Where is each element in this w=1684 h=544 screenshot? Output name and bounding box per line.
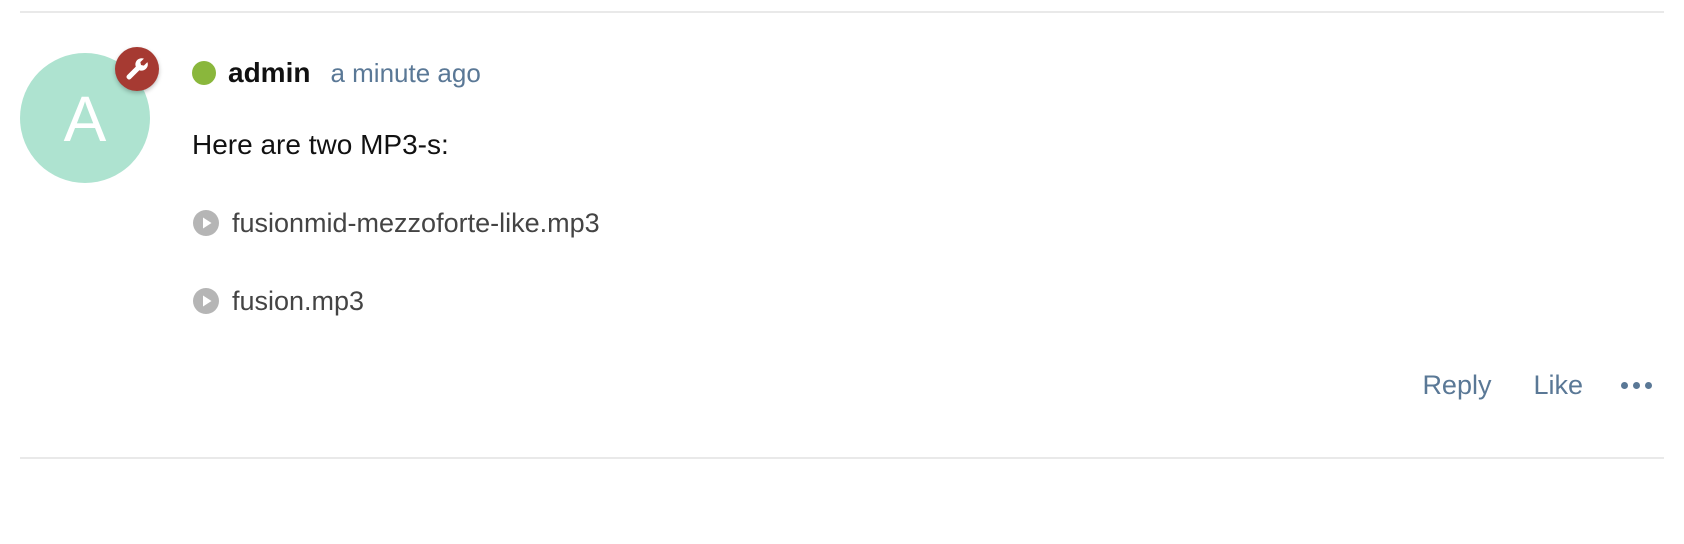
avatar-initial: A <box>63 83 107 155</box>
avatar-container: A <box>20 47 159 183</box>
audio-attachment[interactable]: fusion.mp3 <box>192 283 364 319</box>
post-header: admin a minute ago <box>192 55 481 91</box>
post-timestamp[interactable]: a minute ago <box>330 58 480 89</box>
wrench-icon <box>126 58 148 80</box>
bottom-divider <box>20 457 1664 459</box>
play-circle-icon[interactable] <box>192 287 220 315</box>
more-horizontal-icon[interactable] <box>1621 367 1652 403</box>
post-actions: Reply Like <box>1422 367 1652 403</box>
username[interactable]: admin <box>228 57 310 89</box>
like-button[interactable]: Like <box>1533 370 1583 401</box>
play-circle-icon[interactable] <box>192 209 220 237</box>
moderator-badge <box>115 47 159 91</box>
top-divider <box>20 11 1664 13</box>
online-status-indicator <box>192 61 216 85</box>
reply-button[interactable]: Reply <box>1422 370 1491 401</box>
attachment-filename[interactable]: fusion.mp3 <box>232 286 364 317</box>
attachment-filename[interactable]: fusionmid-mezzoforte-like.mp3 <box>232 208 600 239</box>
audio-attachment[interactable]: fusionmid-mezzoforte-like.mp3 <box>192 205 600 241</box>
post-body: Here are two MP3-s: <box>192 129 449 160</box>
